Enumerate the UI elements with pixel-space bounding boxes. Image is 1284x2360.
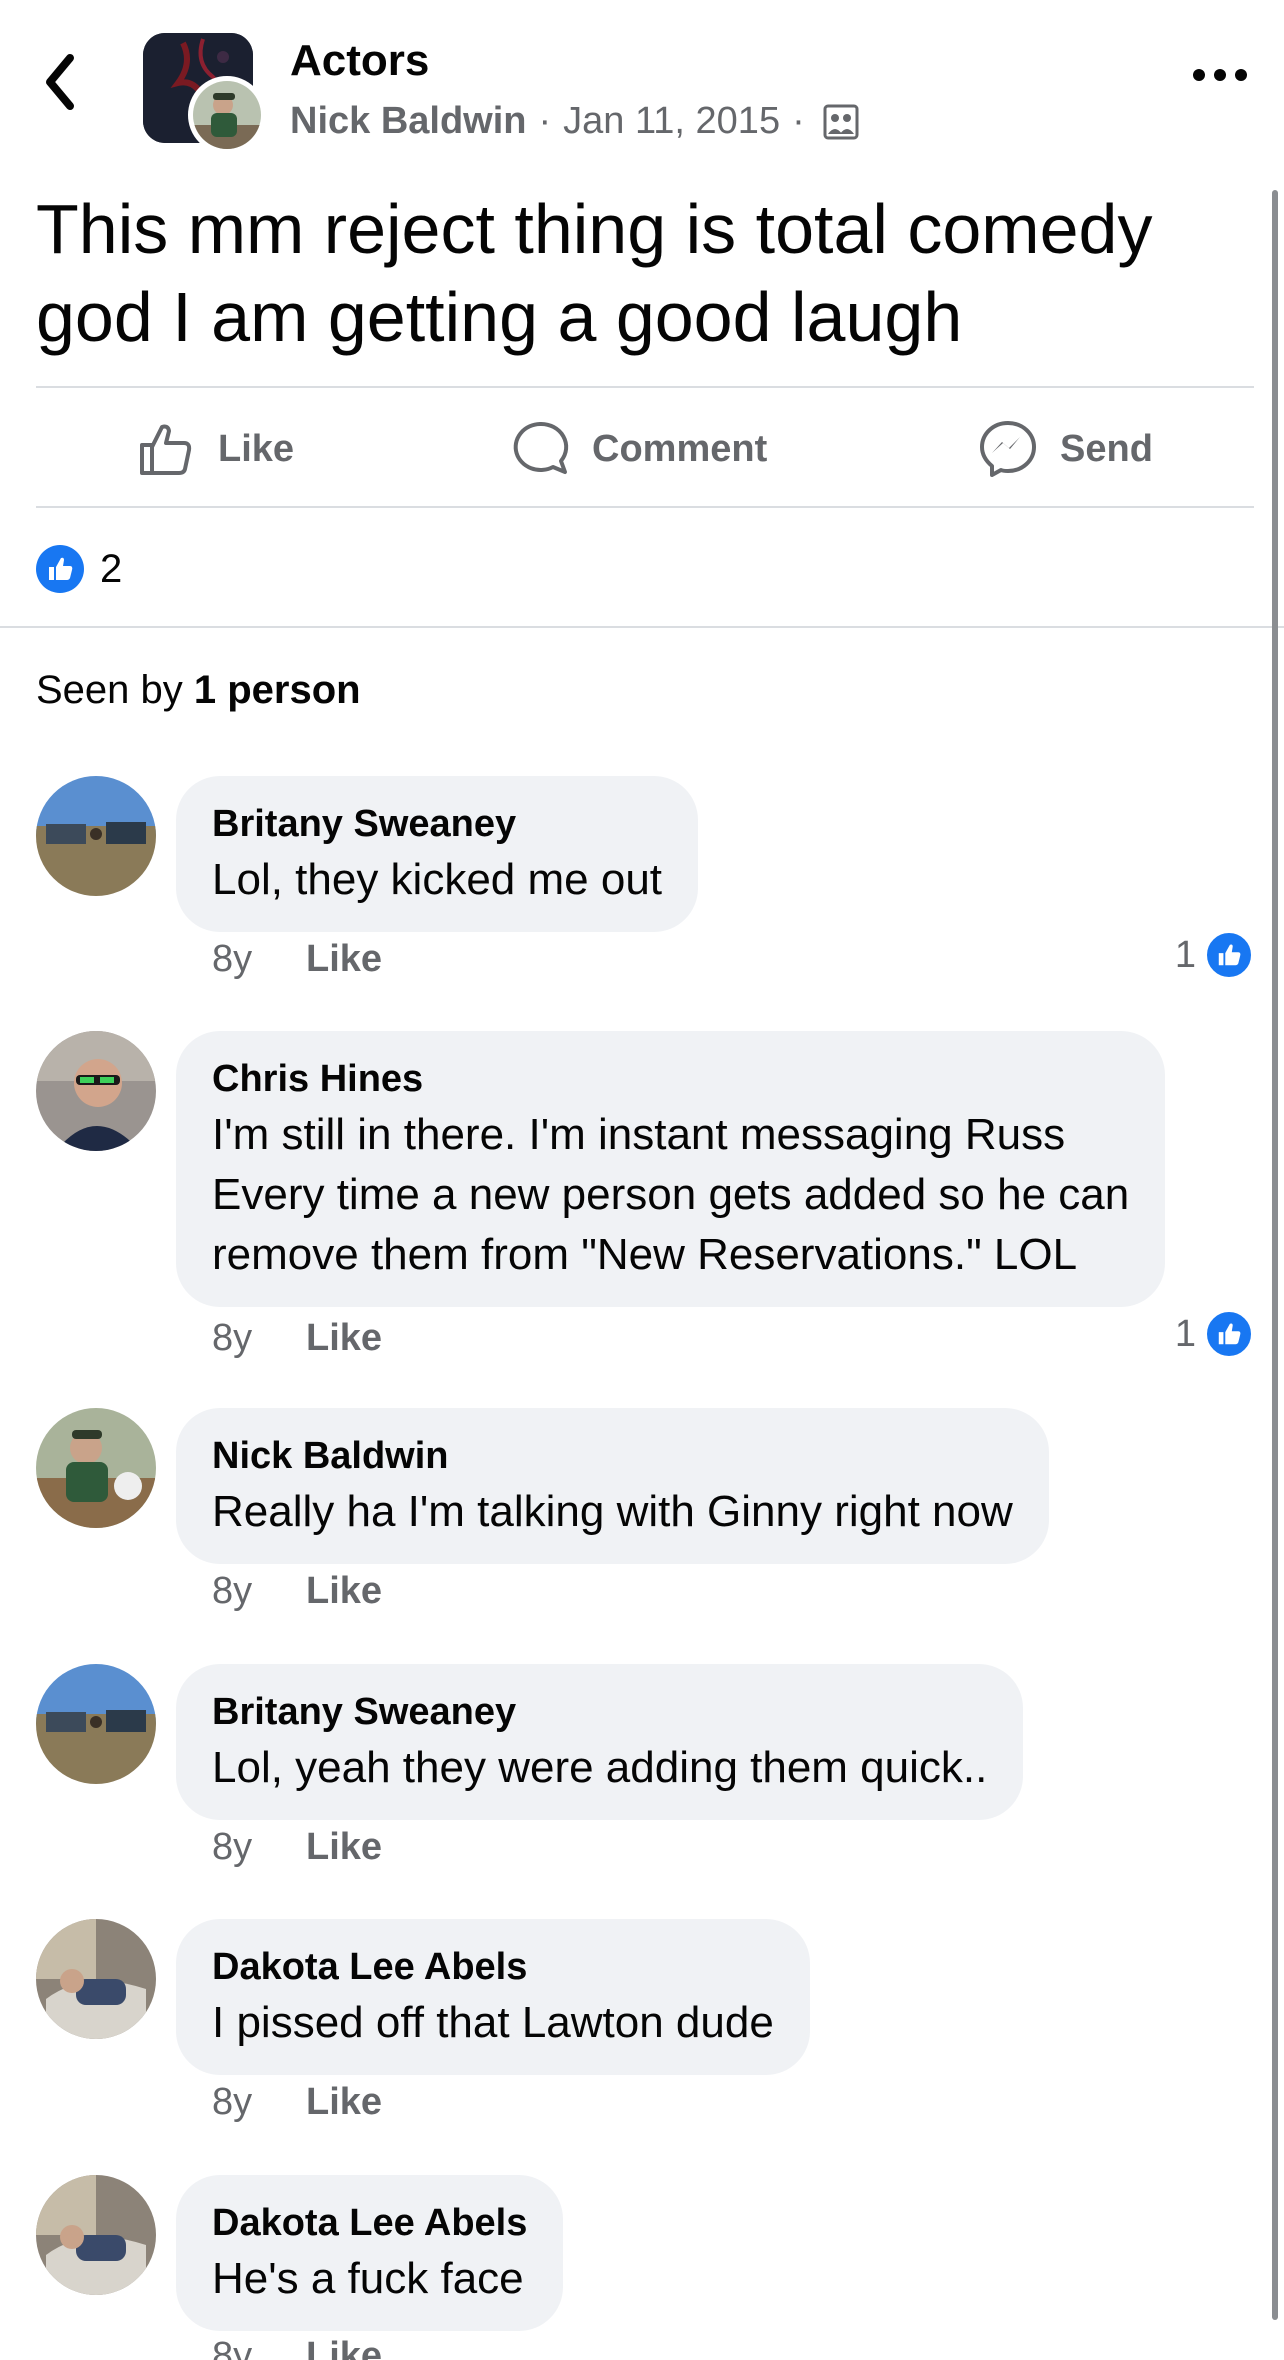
thumbs-up-icon: [140, 424, 192, 475]
comment-like-button[interactable]: Like: [306, 2335, 382, 2360]
comment-bubble[interactable]: Britany Sweaney Lol, yeah they were addi…: [176, 1664, 1024, 1820]
post-text: This mm reject thing is total comedy god…: [36, 185, 1246, 361]
comment-text: Lol, yeah they were adding them quick..: [212, 1743, 988, 1792]
post-text-line: god I am getting a good laugh: [36, 278, 963, 356]
action-bar: Like Comment Send: [36, 390, 1254, 508]
comment-bubble[interactable]: Dakota Lee Abels He's a fuck face: [176, 2175, 564, 2331]
comment-age: 8y: [212, 1826, 253, 1868]
comment-text: remove them from "New Reservations." LOL: [212, 1230, 1078, 1279]
comment-meta: 8y Like: [212, 2335, 382, 2360]
poster-photo: [193, 81, 261, 149]
post-meta: Nick Baldwin · Jan 11, 2015 ·: [290, 100, 859, 143]
seen-by-count: 1 person: [193, 668, 361, 712]
comment-meta: 8y Like: [212, 938, 382, 981]
comment-meta: 8y Like: [212, 1317, 382, 1360]
commenter-name[interactable]: Britany Sweaney: [212, 1686, 987, 1738]
comment-meta: 8y Like: [212, 1570, 382, 1613]
like-label: Like: [218, 427, 295, 470]
comment-bubble[interactable]: Chris Hines I'm still in there. I'm inst…: [176, 1031, 1166, 1307]
scrollbar[interactable]: [1272, 190, 1278, 2320]
comment-meta: 8y Like: [212, 1826, 382, 1869]
comment-like-button[interactable]: Like: [306, 1570, 382, 1613]
comment-like-button[interactable]: Like: [306, 938, 382, 981]
comment-button[interactable]: Comment: [510, 390, 767, 508]
comment-age: 8y: [212, 2335, 253, 2360]
comment-text: I'm still in there. I'm instant messagin…: [212, 1110, 1066, 1159]
more-options-button[interactable]: [1185, 60, 1255, 100]
like-reaction-icon: [36, 545, 84, 593]
author-name[interactable]: Nick Baldwin: [290, 100, 527, 143]
comment-text: He's a fuck face: [212, 2254, 524, 2303]
comment-like-button[interactable]: Like: [306, 1826, 382, 1869]
comment-like-button[interactable]: Like: [306, 2081, 382, 2124]
post-date[interactable]: Jan 11, 2015: [563, 100, 780, 143]
chevron-left-icon: [46, 54, 74, 110]
back-button[interactable]: [40, 50, 100, 120]
like-reaction-icon: [1204, 1309, 1254, 1359]
comment-bubble[interactable]: Nick Baldwin Really ha I'm talking with …: [176, 1408, 1049, 1564]
group-name[interactable]: Actors: [290, 36, 429, 86]
comment-text: I pissed off that Lawton dude: [212, 1998, 774, 2047]
more-dots-icon: [1193, 69, 1247, 81]
commenter-name[interactable]: Dakota Lee Abels: [212, 2197, 527, 2249]
commenter-avatar[interactable]: [36, 776, 156, 896]
post-text-line: This mm reject thing is total comedy: [36, 190, 1153, 268]
comment-meta: 8y Like: [212, 2081, 382, 2124]
commenter-avatar[interactable]: [36, 1919, 156, 2039]
messenger-icon: [980, 421, 1036, 477]
comment-bubble[interactable]: Dakota Lee Abels I pissed off that Lawto…: [176, 1919, 810, 2075]
comment-like-button[interactable]: Like: [306, 1317, 382, 1360]
divider: [36, 506, 1254, 508]
send-button[interactable]: Send: [978, 390, 1153, 508]
commenter-name[interactable]: Chris Hines: [212, 1053, 1129, 1105]
comment-age: 8y: [212, 938, 253, 980]
like-button[interactable]: Like: [136, 390, 294, 508]
commenter-avatar[interactable]: [36, 1031, 156, 1151]
reactions-summary[interactable]: 2: [36, 545, 122, 593]
send-label: Send: [1060, 427, 1153, 470]
comment-reactions[interactable]: 1: [1175, 1309, 1254, 1359]
comment-label: Comment: [592, 427, 768, 470]
group-audience-icon: [823, 104, 859, 140]
separator-dot: ·: [538, 100, 552, 142]
comment-text: Lol, they kicked me out: [212, 855, 663, 904]
comment-reaction-count: 1: [1174, 1312, 1196, 1355]
commenter-avatar[interactable]: [36, 1408, 156, 1528]
comment-reactions[interactable]: 1: [1175, 930, 1254, 980]
reaction-count: 2: [100, 546, 123, 591]
comment-age: 8y: [212, 2081, 253, 2123]
divider: [0, 626, 1284, 628]
comment-bubble[interactable]: Britany Sweaney Lol, they kicked me out: [176, 776, 699, 932]
comment-reaction-count: 1: [1174, 933, 1196, 976]
comment-text: Really ha I'm talking with Ginny right n…: [212, 1487, 1013, 1536]
commenter-name[interactable]: Britany Sweaney: [212, 798, 662, 850]
commenter-name[interactable]: Dakota Lee Abels: [212, 1941, 774, 1993]
comment-age: 8y: [212, 1317, 253, 1359]
comment-age: 8y: [212, 1570, 253, 1612]
comment-text: Every time a new person gets added so he…: [212, 1170, 1130, 1219]
commenter-avatar[interactable]: [36, 1664, 156, 1784]
seen-by[interactable]: Seen by 1 person: [36, 668, 361, 713]
post-header: Actors Nick Baldwin · Jan 11, 2015 ·: [0, 0, 1284, 160]
divider: [36, 386, 1254, 388]
comment-bubble-icon: [513, 421, 569, 474]
separator-dot: ·: [792, 100, 805, 142]
seen-by-prefix: Seen by: [36, 668, 194, 712]
like-reaction-icon: [1204, 930, 1254, 980]
commenter-name[interactable]: Nick Baldwin: [212, 1430, 1013, 1482]
poster-avatar[interactable]: [188, 76, 266, 154]
commenter-avatar[interactable]: [36, 2175, 156, 2295]
